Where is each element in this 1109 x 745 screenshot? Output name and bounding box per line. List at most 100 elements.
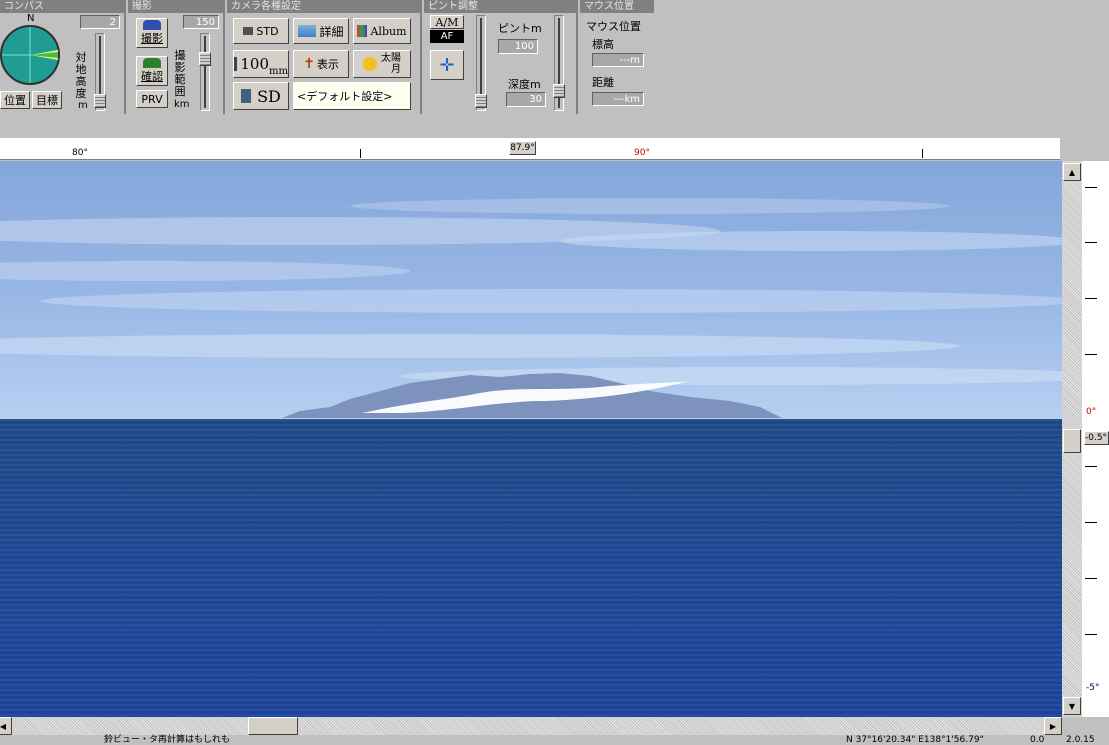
scale-tick	[1085, 298, 1097, 299]
mouse-group: マウス位置 マウス位置 標高 ---m 距離 ---km	[580, 0, 654, 114]
range-field[interactable]: 150	[183, 15, 219, 29]
pin-icon: ✝	[303, 56, 315, 72]
sea	[0, 419, 1062, 717]
lens-unit: mm	[269, 66, 288, 77]
height-label: 対地高度	[75, 51, 87, 100]
sun-icon	[363, 57, 377, 71]
scroll-up-button[interactable]: ▲	[1063, 163, 1081, 181]
album-button[interactable]: Album	[353, 18, 411, 44]
scroll-right-button[interactable]: ▶	[1044, 717, 1062, 735]
scale-label-top: 0°	[1086, 407, 1097, 417]
crosshair-icon: ✛	[439, 54, 455, 76]
scale-tick	[1085, 466, 1097, 467]
position-button[interactable]: 位置	[0, 91, 30, 109]
elevation-field: ---m	[592, 53, 644, 67]
camera-small-icon	[243, 27, 254, 35]
north-label: N	[27, 13, 35, 24]
sky	[0, 161, 1062, 419]
status-scale: 0.0	[1030, 735, 1045, 745]
ruler-tick-95	[922, 149, 923, 158]
detail-icon	[298, 25, 317, 37]
status-coords: N 37°16'20.34" E138°1'56.79"	[846, 735, 984, 745]
scroll-down-button[interactable]: ▼	[1063, 697, 1081, 715]
scale-tick	[1085, 634, 1097, 635]
ruler-tick-85	[360, 149, 361, 158]
status-bar: 鈴ビュー・タ再計算はもしれも N 37°16'20.34" E138°1'56.…	[0, 735, 1109, 745]
ruler-current-marker[interactable]: 87.9°	[509, 141, 536, 155]
am-button[interactable]: A/M	[430, 15, 464, 29]
height-slider-thumb[interactable]	[94, 94, 106, 108]
distance-label: 距離	[592, 76, 614, 89]
shoot-group: 撮影 撮影 確認 PRV 150 撮影範囲 km	[128, 0, 225, 114]
scale-tick	[1085, 578, 1097, 579]
toolbar-divider	[0, 114, 1109, 138]
sd-icon	[241, 89, 252, 103]
focus-header: ピント調整	[424, 0, 576, 13]
depth-field[interactable]: 30	[506, 92, 546, 107]
range-slider-thumb[interactable]	[199, 52, 211, 66]
shoot-label: 撮影	[141, 32, 163, 45]
scale-tick	[1085, 187, 1097, 188]
focus-slider[interactable]	[475, 15, 487, 111]
camera-icon	[143, 20, 161, 30]
scroll-left-button[interactable]: ◀	[0, 717, 12, 735]
default-settings-button[interactable]: <デフォルト設定>	[293, 82, 411, 110]
lens-value: 100	[240, 55, 270, 73]
vertical-scrollbar[interactable]: ▲ ▼	[1062, 161, 1082, 717]
focus-target-button[interactable]: ✛	[430, 50, 464, 80]
confirm-button[interactable]: 確認	[136, 56, 168, 86]
shoot-header: 撮影	[128, 0, 223, 13]
detail-label: 詳細	[319, 24, 344, 39]
depth-slider-thumb[interactable]	[553, 84, 565, 98]
distance-field: ---km	[592, 92, 644, 106]
shoot-button[interactable]: 撮影	[136, 18, 168, 48]
album-label: Album	[370, 24, 407, 38]
af-indicator: AF	[430, 30, 464, 43]
compass-header: コンパス	[0, 0, 124, 13]
prv-button[interactable]: PRV	[136, 90, 168, 108]
preview-icon	[143, 58, 161, 68]
horizontal-scrollbar[interactable]: ◀ ▶	[0, 717, 1062, 735]
lens-button[interactable]: 100 mm	[233, 50, 289, 78]
detail-button[interactable]: 詳細	[293, 18, 349, 44]
elevation-label: 標高	[592, 38, 614, 51]
camera-header: カメラ各種設定	[227, 0, 420, 13]
mouse-header: マウス位置	[580, 0, 654, 13]
sd-label: SD	[257, 86, 281, 106]
compass-dial[interactable]	[0, 24, 62, 86]
height-field[interactable]: 2	[80, 15, 120, 29]
focus-slider-thumb[interactable]	[475, 94, 487, 108]
target-button[interactable]: 目標	[32, 91, 62, 109]
height-unit: m	[78, 100, 88, 111]
ruler-label-80: 80°	[72, 148, 88, 158]
std-button[interactable]: STD	[233, 18, 289, 44]
ruler-label-90: 90°	[634, 148, 650, 158]
lens-icon	[234, 57, 238, 71]
camera-group: カメラ各種設定 STD 詳細 Album 100 mm ✝ 表示 太陽 月 SD…	[227, 0, 422, 114]
focus-field[interactable]: 100	[498, 39, 538, 54]
display-label: 表示	[316, 58, 339, 71]
std-label: STD	[256, 24, 279, 38]
display-button[interactable]: ✝ 表示	[293, 50, 349, 78]
range-label: 撮影範囲	[174, 49, 186, 98]
depth-label: 深度m	[508, 78, 541, 91]
vertical-scroll-thumb[interactable]	[1063, 429, 1081, 453]
landscape-view[interactable]	[0, 161, 1062, 717]
height-slider[interactable]	[94, 33, 106, 111]
mouse-header-label: マウス位置	[586, 20, 641, 33]
scale-tick	[1085, 354, 1097, 355]
confirm-label: 確認	[141, 70, 163, 83]
scale-tick	[1085, 242, 1097, 243]
horizontal-scroll-thumb[interactable]	[248, 717, 298, 735]
status-extra: 2.0.15	[1066, 735, 1095, 745]
azimuth-ruler[interactable]: 80° 87.9° 90°	[0, 138, 1060, 160]
sun-moon-button[interactable]: 太陽 月	[353, 50, 411, 78]
focus-group: ピント調整 A/M AF ✛ ピントm 100 深度m 30	[424, 0, 578, 114]
range-slider[interactable]	[199, 33, 211, 111]
status-message: 鈴ビュー・タ再計算はもしれも	[104, 735, 231, 745]
sd-button[interactable]: SD	[233, 82, 289, 110]
depth-slider[interactable]	[553, 15, 565, 111]
toolbar: コンパス N 2 対地高度 m 位置 目標 撮影 撮影 確認 PRV 150 撮…	[0, 0, 1109, 114]
scale-label-bottom: -5°	[1086, 683, 1100, 693]
scale-current: -0.5°	[1084, 431, 1109, 445]
